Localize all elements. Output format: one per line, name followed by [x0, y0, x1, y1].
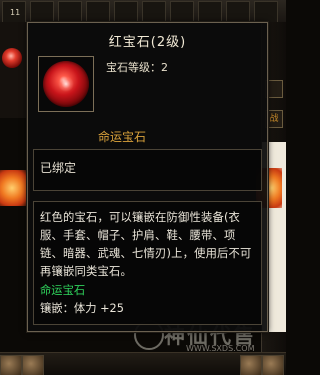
bound-status-box: 已绑定: [33, 149, 262, 191]
item-icon-frame: [38, 56, 94, 112]
toolbar-slot[interactable]: [254, 1, 278, 23]
skill-icon[interactable]: [262, 355, 284, 375]
top-toolbar: 11: [0, 0, 286, 23]
red-gem-icon: [43, 61, 89, 107]
toolbar-slot[interactable]: [30, 1, 54, 23]
skill-icon[interactable]: [22, 355, 44, 375]
toolbar-slot[interactable]: [142, 1, 166, 23]
left-sidebar: [0, 22, 27, 118]
toolbar-slot[interactable]: [58, 1, 82, 23]
toolbar-slot[interactable]: [114, 1, 138, 23]
skill-icon[interactable]: [240, 355, 262, 375]
description-box: 红色的宝石，可以镶嵌在防御性装备(衣服、手套、帽子、护肩、鞋、腰带、项链、暗器、…: [33, 201, 262, 325]
item-tooltip: 红宝石(2级) 宝石等级：2 命运宝石 已绑定 红色的宝石，可以镶嵌在防御性装备…: [27, 22, 268, 332]
level-number: 11: [10, 8, 21, 17]
red-orb-icon[interactable]: [2, 48, 22, 68]
flame-effect: [0, 170, 30, 206]
toolbar-slot[interactable]: [198, 1, 222, 23]
gem-type-tag: 命运宝石: [40, 284, 86, 297]
gem-level-label: 宝石等级：2: [106, 61, 168, 74]
inlay-stat: 镶嵌：体力 +25: [40, 302, 124, 315]
gem-sparkle: [58, 76, 74, 92]
bottom-toolbar: [0, 352, 286, 375]
toolbar-slot[interactable]: [226, 1, 250, 23]
item-description: 红色的宝石，可以镶嵌在防御性装备(衣服、手套、帽子、护肩、鞋、腰带、项链、暗器、…: [40, 211, 252, 278]
bound-status: 已绑定: [40, 161, 77, 175]
skill-icon[interactable]: [0, 355, 22, 375]
toolbar-slot[interactable]: [86, 1, 110, 23]
gem-type-label: 命运宝石: [97, 130, 146, 144]
toolbar-slot[interactable]: [170, 1, 194, 23]
item-title: 红宝石(2级): [108, 35, 187, 50]
